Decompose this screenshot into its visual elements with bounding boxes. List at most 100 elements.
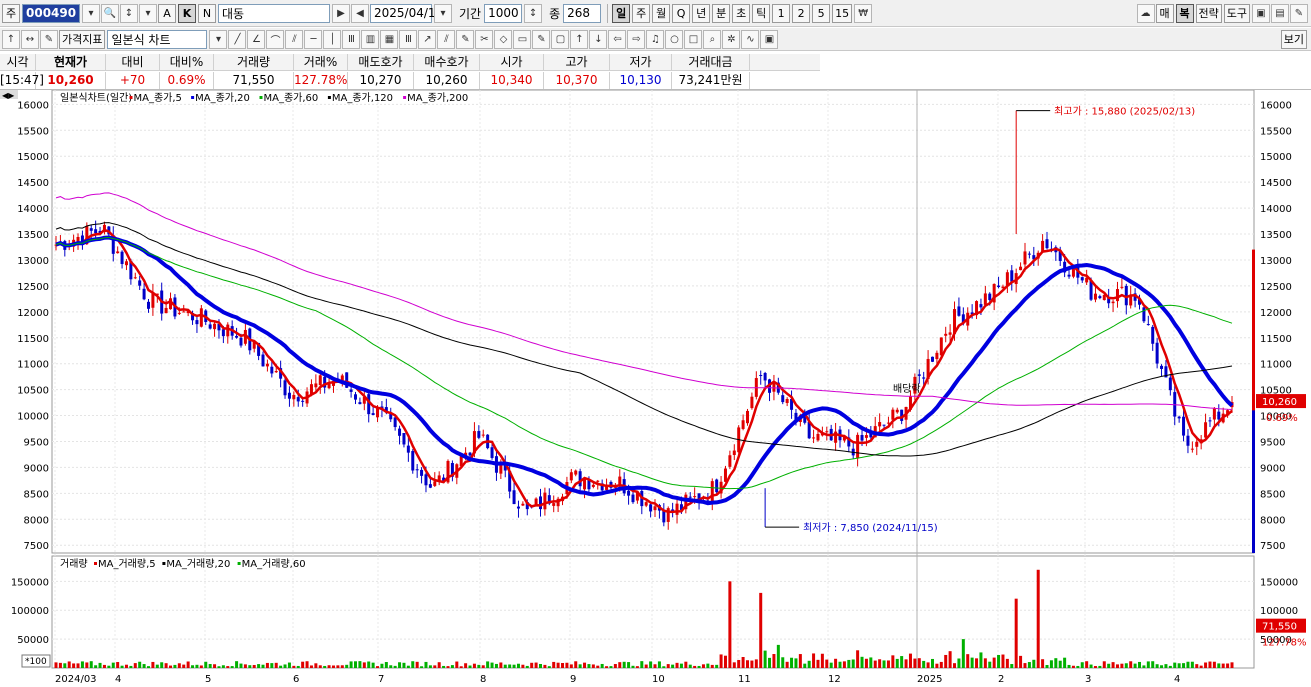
draw-tool-icon-24[interactable]: □	[684, 29, 703, 49]
draw-tool-icon-0[interactable]: ╱	[228, 29, 247, 49]
candle-body-233	[1080, 277, 1084, 281]
spin-icon[interactable]: ↕	[524, 3, 543, 23]
date-field[interactable]: 2025/04/18	[370, 3, 443, 23]
candle-body-257	[1186, 435, 1190, 446]
stock-name-field[interactable]: 대동	[218, 3, 330, 23]
right-button-0[interactable]: 매	[1155, 3, 1174, 23]
draw-tool-icon-16[interactable]: ✎	[532, 29, 551, 49]
legend-item-1: MA_종가,20	[195, 92, 250, 104]
expand-icon[interactable]: ↔	[21, 29, 39, 49]
volume-bar-251	[1160, 665, 1164, 668]
draw-tool-icon-19[interactable]: ↓	[589, 29, 608, 49]
period-input[interactable]: 1000	[484, 3, 523, 23]
quote-header-5: 거래%	[294, 54, 348, 71]
volume-bar-54	[292, 665, 296, 668]
save-icon[interactable]: ▤	[1271, 3, 1289, 23]
draw-tool-icon-3[interactable]: ⫽	[285, 29, 304, 49]
right-button-1[interactable]: 복	[1175, 3, 1194, 23]
wrench-icon[interactable]: ✎	[1290, 3, 1308, 23]
edit-icon[interactable]: ✎	[40, 29, 58, 49]
draw-tool-icon-9[interactable]: Ⅲ	[399, 29, 418, 49]
play-icon[interactable]: ▶	[332, 3, 350, 23]
draw-tool-icon-20[interactable]: ⇦	[608, 29, 627, 49]
draw-tool-icon-27[interactable]: ∿	[741, 29, 760, 49]
cloud-icon[interactable]: ☁	[1136, 3, 1155, 23]
sort-icon[interactable]: ↕	[120, 3, 138, 23]
volume-bar-38	[221, 665, 225, 668]
up-arrow-icon[interactable]: ↑	[2, 29, 20, 49]
volume-bar-93	[464, 663, 468, 668]
volume-bar-138	[662, 666, 666, 668]
draw-tool-icon-21[interactable]: ⇨	[627, 29, 646, 49]
volume-bar-71	[367, 661, 371, 668]
market-tab[interactable]: 주	[2, 3, 20, 23]
period-tab-10[interactable]: 5	[812, 3, 831, 23]
draw-tool-icon-17[interactable]: ▢	[551, 29, 570, 49]
view-button[interactable]: 보기	[1280, 29, 1307, 49]
mode-k-button[interactable]: K	[178, 3, 196, 23]
quote-panel: 시각 현재가 대비 대비% 거래량 거래% 매도호가 매수호가 시가 고가 저가 거래대금 [15:4…	[0, 54, 1311, 90]
code-input[interactable]: 000490	[22, 3, 80, 23]
candle-body-166	[785, 399, 789, 403]
draw-tool-icon-7[interactable]: ▥	[361, 29, 380, 49]
volume-bar-131	[631, 665, 635, 668]
draw-tool-icon-23[interactable]: ○	[665, 29, 684, 49]
volume-bar-60	[318, 665, 322, 668]
quote-header-0: 시각	[0, 54, 36, 71]
period-tab-9[interactable]: 2	[792, 3, 811, 23]
volume-bar-85	[428, 665, 432, 668]
draw-tool-icon-22[interactable]: ♫	[646, 29, 665, 49]
chart-style-icon[interactable]: ₩	[854, 3, 873, 23]
draw-tool-icon-12[interactable]: ✎	[456, 29, 475, 49]
period-tab-7[interactable]: 틱	[752, 3, 771, 23]
draw-tool-icon-1[interactable]: ∠	[247, 29, 266, 49]
price-chart[interactable]: ◀▶7500 75008000 80008500 85009000 90009500 95…	[0, 90, 1311, 687]
calendar-dropdown-icon[interactable]: ▾	[434, 3, 452, 23]
back-icon[interactable]: ◀	[351, 3, 369, 23]
period-tab-1[interactable]: 주	[632, 3, 651, 23]
period-tab-3[interactable]: Q	[672, 3, 691, 23]
period-tab-2[interactable]: 월	[652, 3, 671, 23]
mode-n-button[interactable]: N	[198, 3, 216, 23]
candle-body-85	[428, 484, 432, 488]
chart-type-dropdown-icon[interactable]: ▾	[209, 29, 228, 49]
draw-tool-icon-28[interactable]: ▣	[760, 29, 779, 49]
folder-icon[interactable]: ▣	[1252, 3, 1270, 23]
volume-bar-165	[781, 657, 785, 668]
draw-tool-icon-18[interactable]: ↑	[570, 29, 589, 49]
indicator-button[interactable]: 가격지표	[59, 29, 106, 49]
draw-tool-icon-11[interactable]: ⫽	[437, 29, 456, 49]
quote-value-7: 10,260	[414, 72, 480, 89]
candle-body-28	[177, 312, 181, 314]
right-button-2[interactable]: 전략	[1195, 3, 1222, 23]
draw-tool-icon-13[interactable]: ✂	[475, 29, 494, 49]
draw-tool-icon-15[interactable]: ▭	[513, 29, 532, 49]
draw-tool-icon-14[interactable]: ◇	[494, 29, 513, 49]
count-input[interactable]: 268	[563, 3, 602, 23]
draw-tool-icon-2[interactable]: ⌒	[266, 29, 285, 49]
draw-tool-icon-6[interactable]: Ⅲ	[342, 29, 361, 49]
draw-tool-icon-10[interactable]: ↗	[418, 29, 437, 49]
draw-tool-icon-5[interactable]: │	[323, 29, 342, 49]
period-tab-6[interactable]: 초	[732, 3, 751, 23]
draw-tool-icon-26[interactable]: ✲	[722, 29, 741, 49]
right-button-3[interactable]: 도구	[1223, 3, 1250, 23]
dropdown-arrow-icon[interactable]: ▾	[82, 3, 100, 23]
draw-tool-icon-8[interactable]: ▦	[380, 29, 399, 49]
candle-body-184	[864, 435, 868, 438]
search-icon[interactable]: 🔍	[101, 3, 119, 23]
y-tick-left-3: 9000	[24, 463, 49, 474]
mode-a-button[interactable]: A	[158, 3, 176, 23]
y-tick-right-7: 11000	[1260, 360, 1292, 371]
period-tab-4[interactable]: 년	[692, 3, 711, 23]
period-tab-0[interactable]: 일	[612, 3, 631, 23]
chart-type-select[interactable]: 일본식 차트	[107, 29, 208, 49]
x-label-5: 8	[480, 674, 486, 685]
period-tab-8[interactable]: 1	[772, 3, 791, 23]
period-tab-11[interactable]: 15	[832, 3, 853, 23]
period-tab-5[interactable]: 분	[712, 3, 731, 23]
dropdown-arrow-icon-2[interactable]: ▾	[139, 3, 157, 23]
y-tick-right-8: 11500	[1260, 334, 1292, 345]
draw-tool-icon-25[interactable]: ⌕	[703, 29, 722, 49]
draw-tool-icon-4[interactable]: ─	[304, 29, 323, 49]
